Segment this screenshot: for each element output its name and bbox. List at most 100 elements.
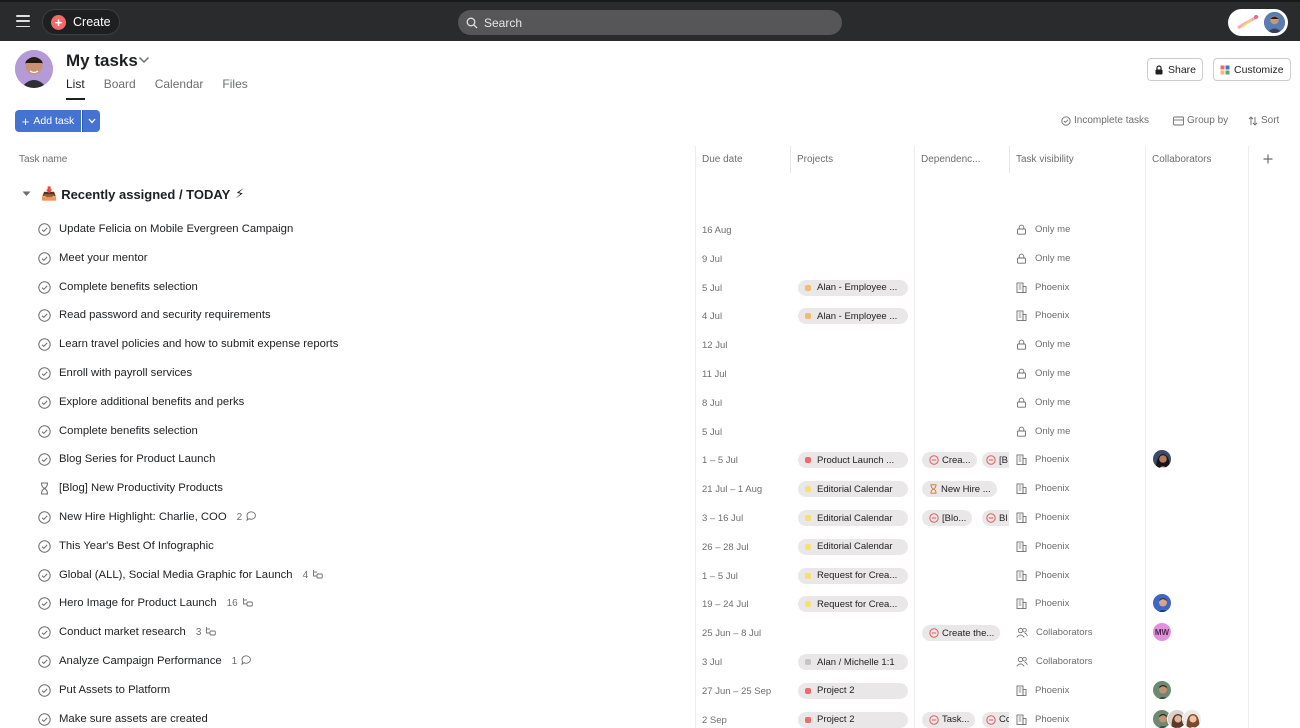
project-pill[interactable]: Alan / Michelle 1:1 <box>798 654 908 670</box>
due-date[interactable]: 3 Jul <box>702 657 722 668</box>
column-collaborators[interactable]: Collaborators <box>1148 146 1211 173</box>
task-visibility[interactable]: Phoenix <box>1016 310 1069 321</box>
due-date[interactable]: 8 Jul <box>702 398 722 409</box>
task-name[interactable]: Blog Series for Product Launch <box>59 453 215 465</box>
tab-list[interactable]: List <box>66 77 85 100</box>
table-row[interactable]: Blog Series for Product Launch 1 – 5 Jul P… <box>0 445 1300 474</box>
check-circle-icon[interactable] <box>38 280 51 294</box>
check-circle-icon[interactable] <box>38 223 51 236</box>
project-pill[interactable]: Project 2 <box>798 682 908 699</box>
project-pill[interactable]: Editorial Calendar <box>798 538 908 555</box>
table-row[interactable]: Make sure assets are created 2 Sep Project… <box>0 705 1300 728</box>
due-date[interactable]: 5 Jul <box>702 427 722 438</box>
task-name[interactable]: New Hire Highlight: Charlie, COO 2 <box>59 511 257 524</box>
table-row[interactable]: This Year's Best Of Infographic 26 – 28 J… <box>0 532 1300 561</box>
avatar[interactable] <box>1152 593 1172 614</box>
collaborators[interactable] <box>1152 593 1172 614</box>
menu-icon[interactable] <box>16 15 30 27</box>
check-circle-icon[interactable] <box>38 424 51 438</box>
due-date[interactable]: 19 – 24 Jul <box>702 599 748 610</box>
dependency-pill[interactable]: Cc <box>982 711 1009 728</box>
task-name[interactable]: Make sure assets are created <box>59 713 208 725</box>
table-row[interactable]: Global (ALL), Social Media Graphic for L… <box>0 561 1300 590</box>
dependency-pill[interactable]: Task... <box>922 711 976 728</box>
create-button[interactable]: + Create <box>42 9 120 35</box>
task-name[interactable]: This Year's Best Of Infographic <box>59 540 214 552</box>
avatar[interactable] <box>1152 449 1172 470</box>
project-pill[interactable]: Product Launch ... <box>798 452 908 469</box>
task-visibility[interactable]: Phoenix <box>1016 282 1069 293</box>
task-visibility[interactable]: Only me <box>1016 253 1070 264</box>
column-task-name[interactable]: Task name <box>15 146 67 173</box>
check-circle-icon[interactable] <box>38 338 51 351</box>
check-circle-icon[interactable] <box>38 626 51 639</box>
section-header[interactable]: 📥 Recently assigned / TODAY ⚡ <box>22 186 244 202</box>
customize-button[interactable]: Customize <box>1213 58 1291 81</box>
table-row[interactable]: Analyze Campaign Performance 1 3 Jul Alan /… <box>0 647 1300 676</box>
due-date[interactable]: 27 Jun – 25 Sep <box>702 686 771 697</box>
column-projects[interactable]: Projects <box>793 146 833 173</box>
collaborators[interactable] <box>1152 679 1172 700</box>
task-name[interactable]: Global (ALL), Social Media Graphic for L… <box>59 569 323 582</box>
task-name[interactable]: Enroll with payroll services <box>59 367 192 379</box>
task-name[interactable]: Hero Image for Product Launch 16 <box>59 597 253 610</box>
tab-board[interactable]: Board <box>104 77 136 100</box>
avatar[interactable] <box>1182 708 1202 728</box>
table-row[interactable]: Explore additional benefits and perks 8 J… <box>0 388 1300 417</box>
due-date[interactable]: 21 Jul – 1 Aug <box>702 484 762 495</box>
due-date[interactable]: 26 – 28 Jul <box>702 542 748 553</box>
dependency-pill[interactable]: Bl <box>982 510 1009 526</box>
task-visibility[interactable]: Phoenix <box>1016 541 1069 552</box>
task-visibility[interactable]: Only me <box>1016 339 1070 350</box>
check-circle-icon[interactable] <box>38 396 51 409</box>
task-visibility[interactable]: Phoenix <box>1016 598 1069 609</box>
dependency-pill[interactable]: New Hire ... <box>922 481 997 498</box>
task-name[interactable]: Analyze Campaign Performance 1 <box>59 655 252 668</box>
sort-button[interactable]: Sort <box>1248 115 1279 126</box>
task-name[interactable]: Complete benefits selection <box>59 281 198 293</box>
task-name[interactable]: Read password and security requirements <box>59 309 271 321</box>
task-name[interactable]: Meet your mentor <box>59 252 148 264</box>
check-circle-icon[interactable] <box>38 367 51 380</box>
add-task-button[interactable]: + Add task <box>15 110 81 132</box>
check-circle-icon[interactable] <box>38 712 51 726</box>
due-date[interactable]: 11 Jul <box>702 369 727 380</box>
table-row[interactable]: Conduct market research 3 25 Jun – 8 Jul Cr… <box>0 618 1300 647</box>
task-name[interactable]: Update Felicia on Mobile Evergreen Campa… <box>59 223 293 235</box>
project-pill[interactable]: Project 2 <box>798 711 908 728</box>
table-row[interactable]: [Blog] New Productivity Products 21 Jul –… <box>0 474 1300 503</box>
project-pill[interactable]: Editorial Calendar <box>798 510 908 526</box>
task-name[interactable]: Explore additional benefits and perks <box>59 396 244 408</box>
check-circle-icon[interactable] <box>38 540 51 553</box>
group-by-button[interactable]: Group by <box>1173 115 1228 126</box>
table-row[interactable]: Meet your mentor 9 Jul Only me <box>0 244 1300 273</box>
table-row[interactable]: Enroll with payroll services 11 Jul Only m… <box>0 359 1300 388</box>
check-circle-icon[interactable] <box>38 684 51 697</box>
share-button[interactable]: Share <box>1147 58 1204 81</box>
table-row[interactable]: Put Assets to Platform 27 Jun – 25 Sep Pro… <box>0 676 1300 705</box>
dependency-pill[interactable]: Create the... <box>922 625 1001 642</box>
collaborators[interactable] <box>1152 708 1202 728</box>
dependency-pill[interactable]: [Blo... <box>922 510 973 526</box>
due-date[interactable]: 1 – 5 Jul <box>702 455 738 466</box>
task-visibility[interactable]: Phoenix <box>1016 483 1069 494</box>
task-visibility[interactable]: Phoenix <box>1016 685 1069 696</box>
due-date[interactable]: 9 Jul <box>702 254 722 265</box>
due-date[interactable]: 3 – 16 Jul <box>702 513 743 524</box>
add-column-icon[interactable] <box>1263 154 1273 164</box>
task-visibility[interactable]: Only me <box>1016 368 1070 379</box>
add-task-dropdown[interactable] <box>82 110 100 132</box>
due-date[interactable]: 12 Jul <box>702 340 727 351</box>
avatar[interactable]: MW <box>1152 622 1172 643</box>
check-circle-icon[interactable] <box>38 511 51 524</box>
task-visibility[interactable]: Phoenix <box>1016 512 1069 523</box>
task-name[interactable]: Conduct market research 3 <box>59 626 217 639</box>
column-task-visibility[interactable]: Task visibility <box>1012 146 1074 173</box>
collaborators[interactable]: MW <box>1152 622 1172 643</box>
check-circle-icon[interactable] <box>38 453 51 467</box>
table-row[interactable]: New Hire Highlight: Charlie, COO 2 3 – 16 … <box>0 503 1300 532</box>
due-date[interactable]: 1 – 5 Jul <box>702 571 738 582</box>
due-date[interactable]: 16 Aug <box>702 225 732 236</box>
table-row[interactable]: Update Felicia on Mobile Evergreen Campa… <box>0 215 1300 244</box>
table-row[interactable]: Read password and security requirements 4… <box>0 301 1300 330</box>
